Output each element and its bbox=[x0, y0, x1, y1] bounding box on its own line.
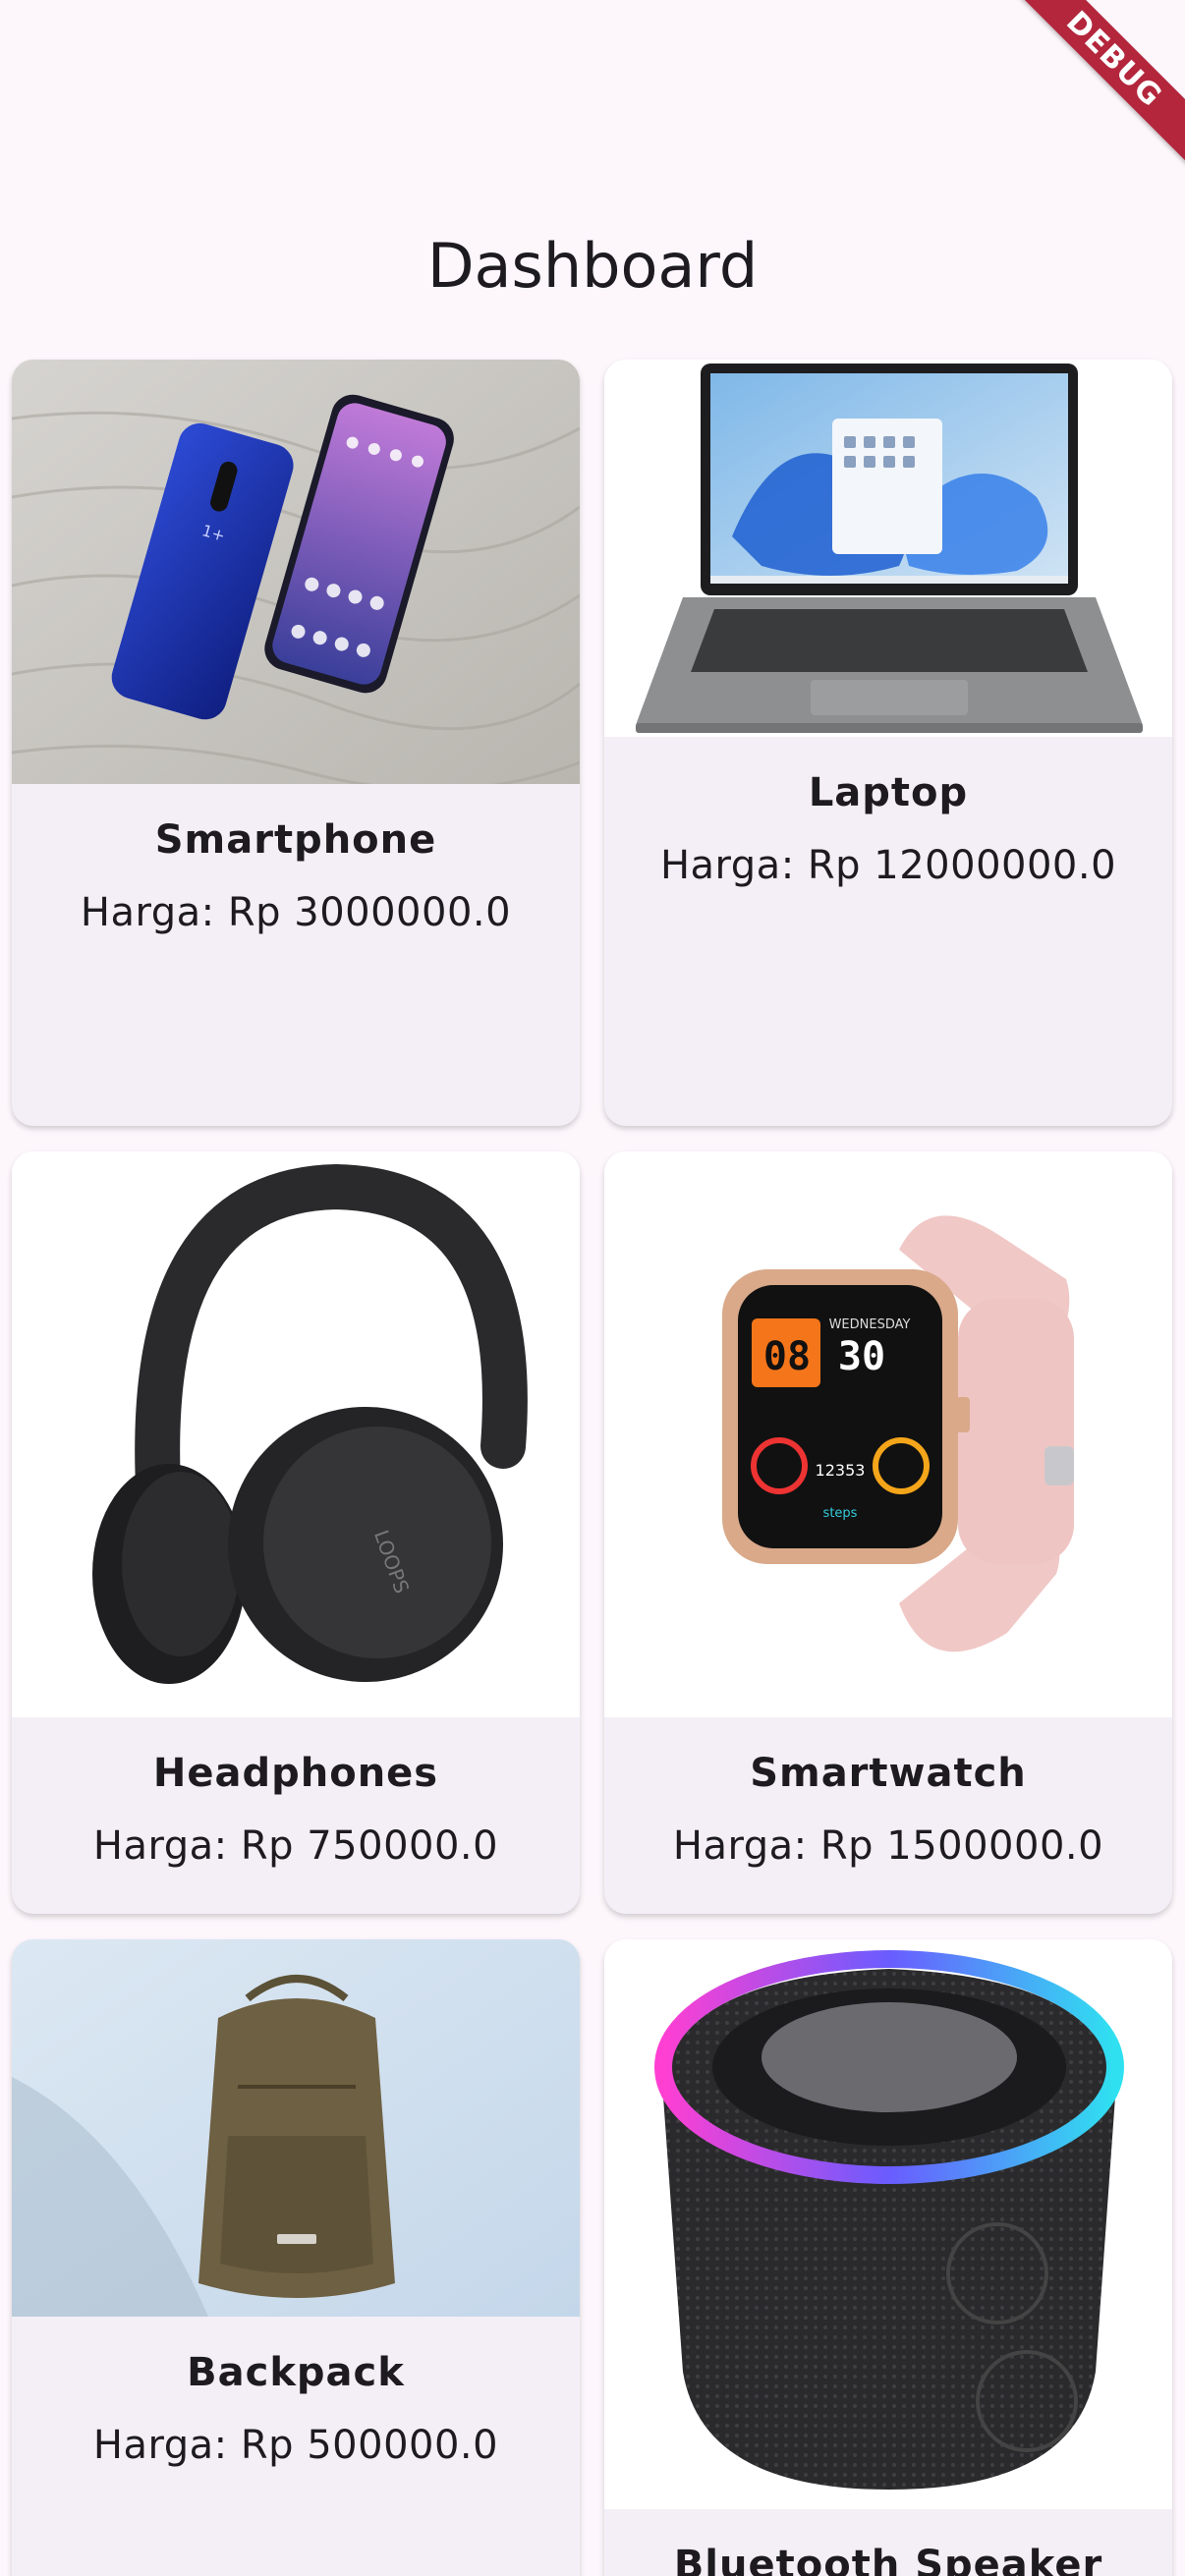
product-name: Backpack bbox=[187, 2350, 405, 2395]
product-card-bluetooth-speaker[interactable]: Bluetooth Speaker bbox=[604, 1939, 1172, 2576]
product-price: Harga: Rp 12000000.0 bbox=[659, 843, 1117, 888]
product-name: Smartwatch bbox=[750, 1751, 1027, 1796]
svg-text:steps: steps bbox=[823, 1506, 858, 1521]
page-title: Dashboard bbox=[426, 229, 759, 302]
headphones-image: LOOPS bbox=[12, 1151, 580, 1717]
product-price: Harga: Rp 750000.0 bbox=[92, 1823, 499, 1869]
product-card-backpack[interactable]: Backpack Harga: Rp 500000.0 bbox=[12, 1939, 580, 2576]
product-card-headphones[interactable]: LOOPS Headphones Harga: Rp 750000.0 bbox=[12, 1151, 580, 1914]
svg-text:WEDNESDAY: WEDNESDAY bbox=[829, 1317, 911, 1332]
laptop-image bbox=[604, 360, 1172, 737]
product-price: Harga: Rp 1500000.0 bbox=[672, 1823, 1104, 1869]
smartphone-image: 1+ bbox=[12, 360, 580, 784]
product-name: Headphones bbox=[152, 1751, 439, 1796]
dashboard-screen: DEBUG Dashboard 1+ Smartphone Harga: Rp … bbox=[0, 0, 1185, 2576]
product-price: Harga: Rp 500000.0 bbox=[92, 2423, 499, 2468]
svg-text:08: 08 bbox=[763, 1334, 811, 1379]
svg-text:30: 30 bbox=[838, 1334, 885, 1379]
product-name: Smartphone bbox=[154, 817, 437, 863]
smartwatch-image: 08 30 WEDNESDAY 12353 steps bbox=[604, 1151, 1172, 1717]
product-card-laptop[interactable]: Laptop Harga: Rp 12000000.0 bbox=[604, 360, 1172, 1126]
svg-text:12353: 12353 bbox=[816, 1461, 866, 1480]
debug-banner: DEBUG bbox=[1001, 0, 1185, 172]
product-card-smartphone[interactable]: 1+ Smartphone Harga: Rp 3000000.0 bbox=[12, 360, 580, 1126]
app-bar: Dashboard bbox=[0, 196, 1185, 334]
speaker-image bbox=[604, 1939, 1172, 2509]
product-card-smartwatch[interactable]: 08 30 WEDNESDAY 12353 steps Smartwatch H… bbox=[604, 1151, 1172, 1914]
product-name: Bluetooth Speaker bbox=[673, 2543, 1103, 2576]
backpack-image bbox=[12, 1939, 580, 2317]
product-price: Harga: Rp 3000000.0 bbox=[80, 890, 512, 935]
product-name: Laptop bbox=[808, 770, 969, 815]
